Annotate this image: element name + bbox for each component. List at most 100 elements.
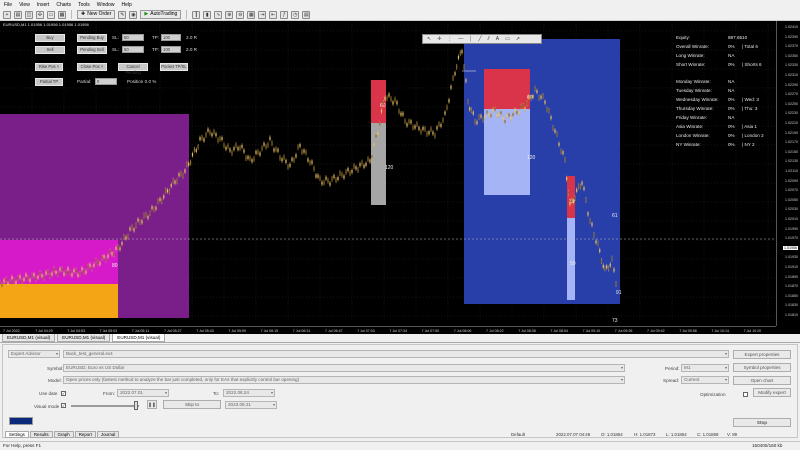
candle-body (343, 175, 345, 179)
pending-sell-button[interactable]: Pending Sell (77, 46, 107, 54)
partial-input[interactable]: 0 (95, 78, 117, 85)
tab-graph[interactable]: Graph (53, 431, 74, 438)
pause-button[interactable]: ❚❚ (147, 400, 157, 409)
trendline-icon[interactable]: ╱ (479, 36, 482, 42)
speed-slider-track[interactable] (71, 405, 139, 407)
candle-body (3, 279, 5, 283)
optimization-checkbox[interactable] (743, 392, 748, 397)
drawing-toolbar: ↖ ✛ ⋮ — │ ╱ ⫽ A ▭ ➚ (422, 34, 542, 44)
open-chart-button[interactable]: Open chart (733, 376, 791, 385)
tab-results[interactable]: Results (29, 431, 53, 438)
terminal-icon[interactable]: ▭ (47, 10, 55, 19)
menu-help[interactable]: Help (122, 2, 132, 8)
cursor-icon[interactable]: ↖ (427, 36, 431, 42)
text-icon[interactable]: A (496, 36, 499, 42)
chart-canvas[interactable]: 8060120601203050619173 (0, 21, 776, 326)
chart-tab-1[interactable]: EURUSD,M1 (visual) (2, 334, 56, 342)
tester-icon[interactable]: ▦ (58, 10, 66, 19)
modify-expert-button[interactable]: Modify expert (753, 388, 791, 397)
price-tick-label: 1.02190 (785, 130, 798, 135)
period-select[interactable]: M1 (681, 364, 729, 372)
line-chart-icon[interactable]: ∿ (214, 10, 223, 19)
autotrading-button[interactable]: ▶ AutoTrading (140, 10, 182, 19)
vertical-line-icon[interactable]: │ (469, 36, 472, 42)
skip-to-button[interactable]: Skip to (163, 400, 221, 409)
tab-settings[interactable]: Settings (5, 431, 29, 438)
sl-buy-input[interactable]: 50 (122, 34, 144, 41)
zone-label: 50 (570, 261, 576, 267)
chart-tab-2[interactable]: EURUSD,M1 (visual) (57, 334, 111, 342)
label-icon[interactable]: ▭ (505, 36, 510, 42)
cancel-pending-button[interactable]: Cancel Pending (118, 63, 148, 75)
autoscroll-icon[interactable]: ⇥ (258, 10, 267, 19)
chart-shift-icon[interactable]: ⇤ (269, 10, 278, 19)
menu-view[interactable]: View (19, 2, 30, 8)
sell-button[interactable]: Sell (35, 46, 65, 54)
fibonacci-icon[interactable]: ⋮ (447, 36, 452, 42)
tp-buy-input[interactable]: 100 (161, 34, 181, 41)
chart-window[interactable]: 8060120601203050619173 EURUSD,M1 1.01956… (0, 21, 800, 334)
use-date-checkbox[interactable]: ✓ (61, 391, 66, 396)
expert-select[interactable]: Back_test_general.ex4 (63, 350, 729, 358)
candle-body (223, 143, 225, 147)
tp-sell-input[interactable]: 100 (161, 46, 181, 53)
speed-slider-handle[interactable] (134, 401, 138, 410)
menu-file[interactable]: File (4, 2, 12, 8)
from-date-input[interactable]: 2022.07.01 (117, 389, 169, 397)
tester-type-select[interactable]: Expert Advisor (8, 350, 60, 358)
menu-window[interactable]: Window (97, 2, 115, 8)
signals-icon[interactable]: ◉ (129, 10, 138, 19)
crosshair-icon[interactable]: ✛ (437, 36, 441, 42)
stat-extra: | London 2 (742, 132, 764, 138)
symbol-select[interactable]: EURUSD, Euro vs US Dollar (63, 364, 625, 372)
stop-button[interactable]: Stop (733, 418, 791, 427)
pocket-tpsl-button[interactable]: Pocket TP/SL (160, 63, 188, 71)
model-select[interactable]: Open prices only (fastest method to anal… (63, 376, 625, 384)
horizontal-line-icon[interactable]: — (458, 36, 463, 42)
sl-sell-input[interactable]: 50 (122, 46, 144, 53)
candle-body (589, 219, 591, 223)
arrow-icon[interactable]: ➚ (516, 36, 520, 42)
candle-body (273, 148, 275, 152)
tab-journal[interactable]: Journal (96, 431, 120, 438)
tab-report[interactable]: Report (74, 431, 96, 438)
visual-mode-checkbox[interactable]: ✓ (61, 403, 66, 408)
spread-select[interactable]: Current (681, 376, 729, 384)
templates-icon[interactable]: ▤ (302, 10, 311, 19)
menu-charts[interactable]: Charts (56, 2, 71, 8)
periods-icon[interactable]: ◷ (291, 10, 300, 19)
indicators-icon[interactable]: ƒ (280, 10, 289, 19)
bar-chart-icon[interactable]: ┃ (192, 10, 201, 19)
rr-sell-label: 2.0 R (186, 47, 197, 52)
partial-tp-button[interactable]: Partial TP (35, 78, 63, 86)
candle-body (180, 172, 182, 176)
menu-tools[interactable]: Tools (78, 2, 90, 8)
menu-insert[interactable]: Insert (37, 2, 50, 8)
candle-body (129, 227, 131, 231)
candle-body (49, 274, 51, 278)
candle-body (205, 133, 207, 137)
new-order-button[interactable]: ✚ New Order (77, 10, 116, 19)
navigator-icon[interactable]: ✣ (36, 10, 44, 19)
zoom-in-icon[interactable]: ⊕ (225, 10, 234, 19)
chart-tab-3[interactable]: EURUSD,M1 (visual) (112, 334, 166, 342)
skip-date-input[interactable]: 2023.08.21 (225, 401, 277, 409)
buy-button[interactable]: Buy (35, 34, 65, 42)
candle-body (542, 94, 544, 98)
profiles-icon[interactable]: ▤ (14, 10, 22, 19)
meta-editor-icon[interactable]: ✎ (118, 10, 127, 19)
tile-windows-icon[interactable]: ▦ (247, 10, 256, 19)
candle-body (432, 131, 434, 135)
channel-icon[interactable]: ⫽ (488, 36, 490, 42)
close-pos-button[interactable]: Close Pos × (77, 63, 107, 71)
to-date-input[interactable]: 2022.08.24 (223, 389, 275, 397)
pending-buy-button[interactable]: Pending Buy (77, 34, 107, 42)
new-chart-icon[interactable]: + (3, 10, 11, 19)
market-watch-icon[interactable]: ◫ (25, 10, 33, 19)
candle-chart-icon[interactable]: ▮ (203, 10, 212, 19)
expert-properties-button[interactable]: Expert properties (733, 350, 791, 359)
rise-pos-button[interactable]: Rise Pos × (35, 63, 63, 71)
candle-body (75, 269, 77, 273)
symbol-properties-button[interactable]: Symbol properties (733, 363, 791, 372)
zoom-out-icon[interactable]: ⊖ (236, 10, 245, 19)
